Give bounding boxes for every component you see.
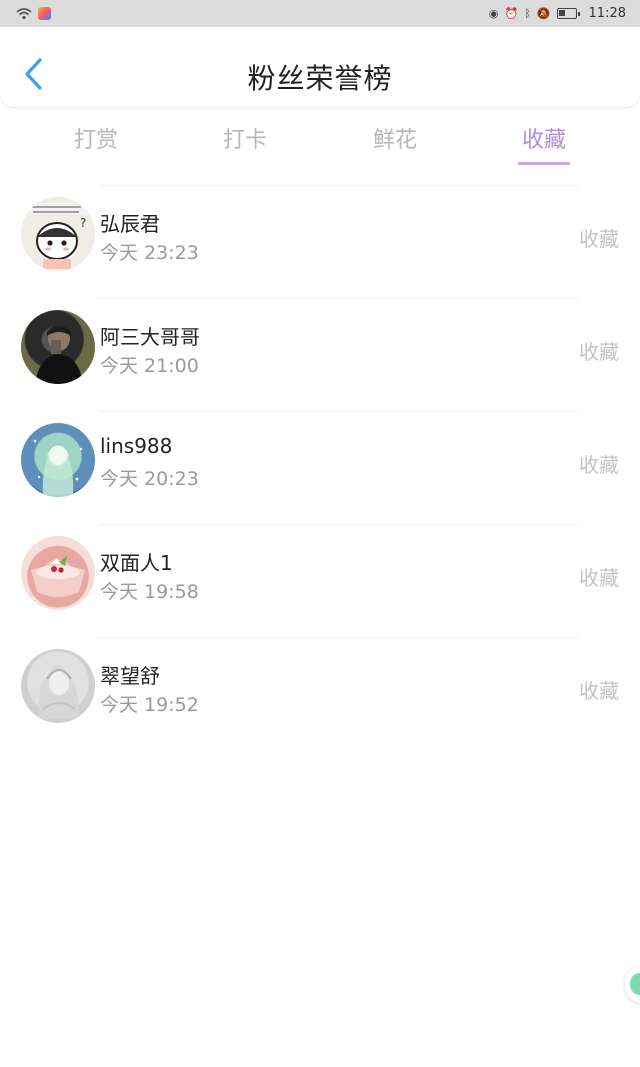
user-name: 翠望舒	[100, 664, 160, 688]
fan-list: ? 弘辰君 今天 23:23 收藏 阿三大哥哥 今天 21:00 收藏 lins…	[0, 185, 640, 750]
tab-label: 打卡	[222, 128, 267, 153]
chat-bubble-icon	[630, 973, 640, 995]
favorite-label: 收藏	[579, 340, 619, 364]
status-right: ◉ ⏰ ᛒ 🔕 11:28	[489, 6, 626, 21]
status-time: 11:28	[588, 6, 626, 21]
divider	[98, 185, 580, 186]
tab-label: 打赏	[73, 128, 118, 153]
header: 粉丝荣誉榜	[0, 27, 640, 108]
user-name: 阿三大哥哥	[100, 325, 200, 349]
tab-label: 鲜花	[372, 128, 417, 153]
tab-reward[interactable]: 打赏	[46, 122, 146, 154]
photo-avatar-image	[35, 325, 83, 384]
app-notification-icon	[38, 7, 51, 20]
avatar[interactable]	[21, 423, 95, 497]
divider	[98, 298, 580, 299]
divider	[98, 637, 580, 638]
divider	[98, 411, 580, 412]
timestamp: 今天 21:00	[100, 355, 199, 377]
timestamp: 今天 19:58	[100, 581, 199, 603]
avatar[interactable]	[21, 649, 95, 723]
dessert-avatar-image	[31, 556, 85, 597]
tab-label: 收藏	[521, 128, 566, 153]
timestamp: 今天 20:23	[100, 468, 199, 490]
tab-bar: 打赏 打卡 鲜花 收藏	[0, 110, 640, 170]
list-item[interactable]: lins988 今天 20:23 收藏	[0, 411, 640, 524]
user-name: 双面人1	[100, 551, 173, 575]
tab-active-indicator	[518, 162, 570, 165]
alarm-icon: ⏰	[504, 7, 519, 20]
sketch-avatar-image	[38, 665, 79, 719]
timestamp: 今天 19:52	[100, 694, 199, 716]
cartoon-avatar-image: ?	[27, 203, 89, 269]
status-bar: ◉ ⏰ ᛒ 🔕 11:28	[0, 0, 640, 27]
list-item[interactable]: 双面人1 今天 19:58 收藏	[0, 524, 640, 637]
list-item[interactable]: ? 弘辰君 今天 23:23 收藏	[0, 185, 640, 298]
tab-favorites[interactable]: 收藏	[494, 122, 594, 165]
anime-avatar-image	[33, 439, 83, 497]
favorite-label: 收藏	[579, 566, 619, 590]
avatar[interactable]	[21, 310, 95, 384]
page-title: 粉丝荣誉榜	[247, 62, 393, 95]
timestamp: 今天 23:23	[100, 242, 199, 264]
eye-icon: ◉	[488, 7, 499, 20]
floating-assistant-button[interactable]	[625, 965, 640, 1003]
avatar[interactable]: ?	[21, 197, 95, 271]
favorite-label: 收藏	[579, 227, 619, 251]
battery-icon	[556, 8, 580, 19]
list-item[interactable]: 翠望舒 今天 19:52 收藏	[0, 637, 640, 750]
avatar[interactable]	[21, 536, 95, 610]
bluetooth-icon: ᛒ	[524, 7, 531, 20]
tab-checkin[interactable]: 打卡	[195, 122, 295, 154]
user-name: 弘辰君	[100, 212, 160, 236]
mute-icon: 🔕	[536, 7, 551, 20]
tab-flowers[interactable]: 鲜花	[345, 122, 445, 154]
wifi-icon	[16, 7, 32, 19]
favorite-label: 收藏	[579, 679, 619, 703]
user-name: lins988	[100, 434, 173, 458]
divider	[98, 524, 580, 525]
svg-text:?: ?	[80, 216, 86, 230]
favorite-label: 收藏	[579, 453, 619, 477]
list-item[interactable]: 阿三大哥哥 今天 21:00 收藏	[0, 298, 640, 411]
status-left	[16, 7, 51, 20]
